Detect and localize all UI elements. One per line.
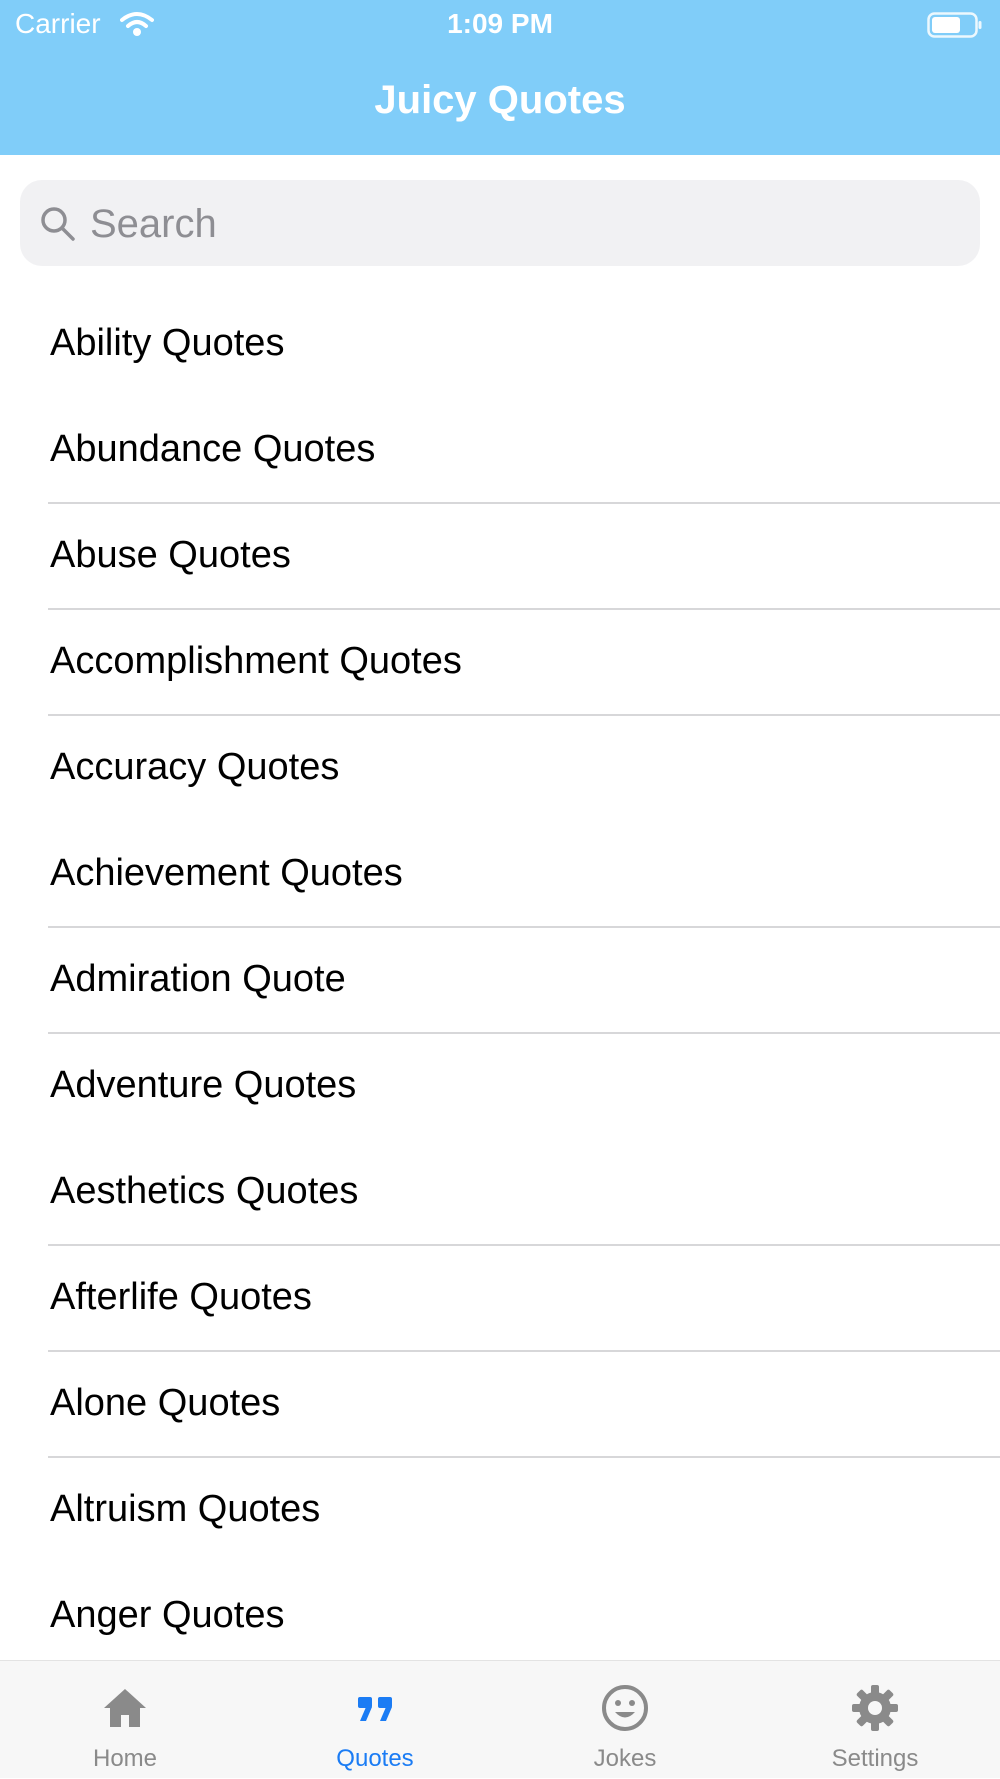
tab-label: Home	[92, 1745, 158, 1772]
tab-settings[interactable]: Settings	[750, 1661, 1000, 1779]
list-item-label: Abundance Quotes	[50, 428, 376, 470]
home-icon	[104, 1689, 146, 1727]
list-item[interactable]: Admiration Quote	[0, 928, 1000, 1034]
list-item[interactable]: Accomplishment Quotes	[0, 610, 1000, 716]
page-title: Juicy Quotes	[374, 78, 626, 122]
status-bar: Carrier 1:09 PM	[0, 0, 1000, 50]
quote-category-list: Ability Quotes Abundance Quotes Abuse Qu…	[0, 292, 1000, 1670]
battery-icon	[927, 12, 982, 38]
list-item-label: Ability Quotes	[50, 322, 285, 364]
tab-bar: Home Quotes Jokes Settings	[0, 1660, 1000, 1778]
list-item[interactable]: Alone Quotes	[0, 1352, 1000, 1458]
status-time: 1:09 PM	[447, 8, 553, 39]
smiley-icon	[602, 1685, 648, 1731]
list-item-label: Achievement Quotes	[50, 852, 403, 894]
list-item[interactable]: Abundance Quotes	[0, 398, 1000, 504]
quote-icon	[358, 1697, 392, 1721]
list-item[interactable]: Ability Quotes	[0, 292, 1000, 398]
gear-icon	[852, 1685, 898, 1731]
list-item[interactable]: Anger Quotes	[0, 1564, 1000, 1670]
tab-label: Settings	[831, 1745, 919, 1772]
list-item[interactable]: Afterlife Quotes	[0, 1246, 1000, 1352]
list-item[interactable]: Abuse Quotes	[0, 504, 1000, 610]
list-item[interactable]: Achievement Quotes	[0, 822, 1000, 928]
tab-label: Jokes	[593, 1745, 657, 1772]
list-item-label: Altruism Quotes	[50, 1488, 321, 1530]
tab-jokes[interactable]: Jokes	[500, 1661, 750, 1779]
tab-home[interactable]: Home	[0, 1661, 250, 1779]
list-item[interactable]: Accuracy Quotes	[0, 716, 1000, 822]
list-item[interactable]: Aesthetics Quotes	[0, 1140, 1000, 1246]
tab-label: Quotes	[336, 1745, 414, 1772]
list-item-label: Abuse Quotes	[50, 534, 291, 576]
list-item-label: Adventure Quotes	[50, 1064, 357, 1106]
list-item-label: Admiration Quote	[50, 958, 346, 1000]
tab-quotes[interactable]: Quotes	[250, 1661, 500, 1779]
search-icon	[41, 207, 75, 241]
navigation-header: Carrier 1:09 PM Juicy Quotes	[0, 0, 1000, 155]
list-item[interactable]: Altruism Quotes	[0, 1458, 1000, 1564]
list-item[interactable]: Adventure Quotes	[0, 1034, 1000, 1140]
list-item-label: Accuracy Quotes	[50, 746, 340, 788]
search-input[interactable]: Search	[20, 180, 980, 266]
list-item-label: Alone Quotes	[50, 1382, 281, 1424]
list-item-label: Afterlife Quotes	[50, 1276, 312, 1318]
list-item-label: Aesthetics Quotes	[50, 1170, 359, 1212]
search-placeholder: Search	[90, 202, 217, 246]
list-item-label: Accomplishment Quotes	[50, 640, 462, 682]
list-item-label: Anger Quotes	[50, 1594, 285, 1636]
